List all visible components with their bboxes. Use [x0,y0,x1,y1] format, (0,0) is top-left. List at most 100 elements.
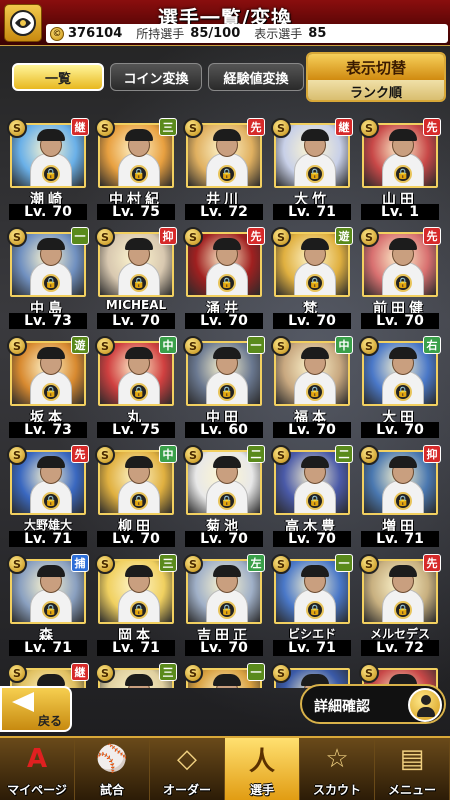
player-card[interactable]: 🔒 S 遊梵 Lv. 70 [271,227,353,329]
nav-players[interactable]: 人選手 [225,738,300,800]
back-button[interactable]: 戻る [0,686,72,732]
player-card[interactable]: 🔒 S 捕森 Lv. 71 [7,554,89,656]
position-badge: 二 [247,445,265,463]
bottom-nav: A マイページ ⚾ 試合 ◇ オーダー人選手 ☆ スカウト ▤ メニュー [0,736,450,800]
coin-badge-icon: S [7,118,27,138]
player-name: 前田健 [373,301,427,317]
player-name: 梵 [303,301,321,317]
player-card[interactable]: 🔒 S 先山田 Lv. 1 [359,118,441,220]
coin-badge-icon: S [271,227,291,247]
player-name: 坂本 [30,410,66,426]
person-icon [408,688,442,722]
nav-order[interactable]: ◇ オーダー [150,738,225,800]
player-card[interactable]: 🔒 S 左吉田正 Lv. 70 [183,554,265,656]
player-card[interactable]: 🔒 S 先大野雄大 Lv. 71 [7,445,89,547]
player-card[interactable]: 🔒 S 右大田 Lv. 70 [359,336,441,438]
position-badge: 捕 [71,554,89,572]
player-card[interactable]: 🔒 S 先涌井 Lv. 70 [183,227,265,329]
coin-badge-icon: S [7,554,27,574]
position-badge: 二 [335,445,353,463]
tab-list[interactable]: 一覧 [12,63,104,91]
player-name: メルセデス [369,627,430,641]
coin-badge-icon: S [271,118,291,138]
player-card[interactable]: 🔒 S 二高木豊 Lv. 70 [271,445,353,547]
player-level: Lv. 71 [97,640,175,656]
player-level: Lv. 71 [273,204,351,220]
player-card[interactable]: 🔒 S 抑増田 Lv. 71 [359,445,441,547]
back-label: 戻る [38,714,63,728]
player-card[interactable]: 🔒 S 一中島 Lv. 73 [7,227,89,329]
nav-label: 選手 [249,783,274,797]
player-card[interactable]: 🔒 S 継大竹 Lv. 71 [271,118,353,220]
player-card[interactable]: 🔒 S 中柳田 Lv. 70 [95,445,177,547]
coin-badge-icon: S [95,663,115,683]
position-badge: 抑 [159,227,177,245]
player-name: 福本 [294,410,330,426]
coin-badge-icon: S [95,118,115,138]
player-level: Lv. 70 [9,204,87,220]
player-card[interactable]: 🔒 S 先前田健 Lv. 70 [359,227,441,329]
position-badge: 先 [423,554,441,572]
position-badge: 三 [159,554,177,572]
lock-icon: 🔒 [130,165,148,183]
player-card[interactable]: 🔒 S 一ビシエド Lv. 71 [271,554,353,656]
coin-badge-icon: S [359,336,379,356]
player-level: Lv. 75 [97,422,175,438]
lock-icon: 🔒 [394,383,412,401]
player-level: Lv. 70 [185,640,263,656]
player-name: 中村紀 [109,192,163,208]
coin-badge-icon: S [183,663,203,683]
player-level: Lv. 70 [97,531,175,547]
lock-icon: 🔒 [42,274,60,292]
lock-icon: 🔒 [42,601,60,619]
detail-check-button[interactable]: 詳細確認 [300,684,446,724]
coin-badge-icon: S [271,554,291,574]
player-level: Lv. 1 [361,204,439,220]
tab-exp-convert[interactable]: 経験値変換 [208,63,304,91]
position-badge: 三 [159,663,177,681]
player-card[interactable]: 🔒 S 中福本 Lv. 70 [271,336,353,438]
nav-mypage[interactable]: A マイページ [0,738,75,800]
lock-icon: 🔒 [218,165,236,183]
lock-icon: 🔒 [306,601,324,619]
player-card[interactable]: 🔒 S 継潮崎 Lv. 70 [7,118,89,220]
player-level: Lv. 72 [185,204,263,220]
position-badge: 中 [159,336,177,354]
player-level: Lv. 70 [97,313,175,329]
position-badge: 先 [247,227,265,245]
player-card[interactable]: 🔒S三村上 [95,663,177,688]
player-card[interactable]: 🔒 S 三中村紀 Lv. 75 [95,118,177,220]
sort-toggle-button[interactable]: 表示切替 ランク順 [306,52,446,102]
lock-icon: 🔒 [42,165,60,183]
nav-menu[interactable]: ▤ メニュー [375,738,450,800]
player-level: Lv. 71 [273,640,351,656]
players-icon: 人 [248,746,275,777]
player-card[interactable]: 🔒 S 一中田 Lv. 60 [183,336,265,438]
player-level: Lv. 71 [361,531,439,547]
player-card[interactable]: 🔒 S 中丸 Lv. 75 [95,336,177,438]
player-name: 大田 [382,410,418,426]
player-card[interactable]: 🔒 S 先メルセデス Lv. 72 [359,554,441,656]
coin-badge-icon: S [271,445,291,465]
player-name: 涌井 [206,301,242,317]
player-level: Lv. 70 [185,313,263,329]
player-name: 中島 [30,301,66,317]
nav-label: スカウト [312,783,361,797]
lock-icon: 🔒 [306,492,324,510]
nav-game[interactable]: ⚾ 試合 [75,738,150,800]
player-name: 丸 [127,410,145,426]
player-card[interactable]: 🔒 S 先井川 Lv. 72 [183,118,265,220]
detail-label: 詳細確認 [314,699,370,715]
nav-scout[interactable]: ☆ スカウト [300,738,375,800]
player-card[interactable]: 🔒S一大城 [183,663,265,688]
lock-icon: 🔒 [394,601,412,619]
player-level: Lv. 60 [185,422,263,438]
player-name: 潮崎 [30,192,66,208]
player-card[interactable]: 🔒 S 遊坂本 Lv. 73 [7,336,89,438]
player-card[interactable]: 🔒 S 抑 MICHEAL Lv. 70 [95,227,177,329]
player-card[interactable]: 🔒 S 三岡本 Lv. 71 [95,554,177,656]
tab-coin-convert[interactable]: コイン変換 [110,63,202,91]
nav-label: オーダー [162,783,211,797]
player-card[interactable]: 🔒 S 二菊池 Lv. 70 [183,445,265,547]
player-card[interactable]: 🔒S継ライト [7,663,89,688]
